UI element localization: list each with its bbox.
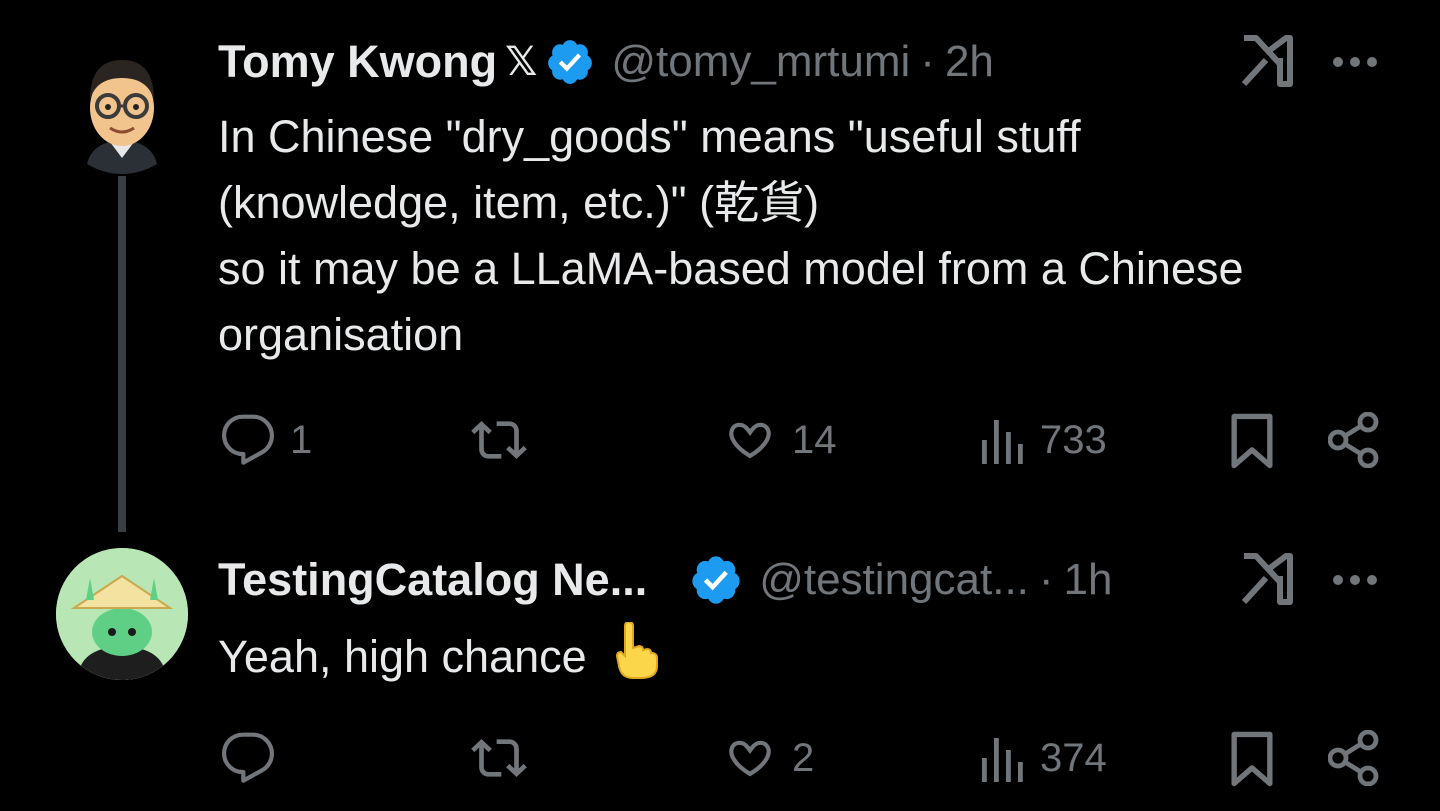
- repost-icon: [471, 421, 527, 459]
- like-count: 14: [792, 417, 837, 462]
- repost-button[interactable]: [470, 412, 528, 468]
- like-button[interactable]: 2: [722, 730, 814, 786]
- pointing-up-hand-icon: [609, 620, 659, 698]
- reply-button[interactable]: [220, 730, 276, 786]
- handle[interactable]: @testingcat...: [759, 555, 1029, 605]
- avatar[interactable]: [56, 42, 188, 174]
- avatar-character-image: [56, 548, 188, 680]
- tweet-text-line: so it may be a LLaMA-based model from a …: [218, 243, 1244, 294]
- heart-icon: [729, 422, 771, 459]
- views-chart-icon: [982, 738, 1023, 782]
- view-count: 374: [1040, 735, 1107, 780]
- x-logo-badge: 𝕏: [505, 40, 538, 84]
- views-chart-icon: [982, 420, 1023, 464]
- tweet-text-line: organisation: [218, 309, 464, 360]
- verified-badge-icon: [689, 553, 743, 607]
- view-count: 733: [1040, 417, 1107, 462]
- reply-tweet-text: Yeah, high chance: [218, 620, 659, 698]
- heart-icon: [729, 740, 771, 777]
- timestamp[interactable]: 1h: [1064, 555, 1113, 605]
- thread-line: [118, 176, 126, 532]
- handle[interactable]: @tomy_mrtumi: [611, 37, 910, 87]
- tweet-text: In Chinese "dry_goods" means "useful stu…: [218, 104, 1398, 368]
- share-button[interactable]: [1328, 730, 1380, 786]
- share-button[interactable]: [1328, 412, 1380, 468]
- reply-icon: [221, 414, 275, 465]
- share-icon: [1328, 412, 1379, 468]
- bookmark-icon: [1231, 413, 1273, 469]
- separator-dot: ·: [920, 37, 935, 86]
- repost-button[interactable]: [470, 730, 528, 786]
- tweet-text-line: (knowledge, item, etc.)" (乾貨): [218, 177, 820, 228]
- reply-count: 1: [290, 417, 313, 462]
- bookmark-icon: [1231, 731, 1273, 787]
- bookmark-button[interactable]: [1228, 412, 1276, 470]
- repost-icon: [471, 739, 527, 777]
- display-name[interactable]: TestingCatalog Ne...: [218, 554, 647, 606]
- grok-icon[interactable]: [1240, 552, 1294, 606]
- more-options-icon[interactable]: [1330, 52, 1380, 72]
- avatar[interactable]: [56, 548, 188, 680]
- reply-button[interactable]: 1: [220, 412, 312, 468]
- reply-tweet-actions: 2 374: [0, 730, 1440, 790]
- reply-text: Yeah, high chance: [218, 630, 587, 682]
- reply-tweet-header: TestingCatalog Ne... @testingcat... · 1h: [218, 550, 1113, 610]
- tweet[interactable]: Tomy Kwong 𝕏 @tomy_mrtumi · 2h In Chines…: [0, 0, 1440, 532]
- tweet-text-line: In Chinese "dry_goods" means "useful stu…: [218, 111, 1081, 162]
- avatar-memoji-image: [56, 42, 188, 174]
- views-button[interactable]: 733: [978, 412, 1107, 468]
- like-button[interactable]: 14: [722, 412, 837, 468]
- timestamp[interactable]: 2h: [945, 37, 994, 87]
- display-name[interactable]: Tomy Kwong: [218, 36, 497, 88]
- separator-dot: ·: [1038, 555, 1054, 604]
- reply-icon: [221, 732, 275, 783]
- tweet-header: Tomy Kwong 𝕏 @tomy_mrtumi · 2h: [218, 32, 994, 92]
- bookmark-button[interactable]: [1228, 730, 1276, 788]
- like-count: 2: [792, 735, 815, 780]
- views-button[interactable]: 374: [978, 730, 1107, 786]
- grok-icon[interactable]: [1240, 34, 1294, 88]
- more-options-icon[interactable]: [1330, 570, 1380, 590]
- verified-badge-icon: [545, 37, 595, 87]
- share-icon: [1328, 730, 1379, 786]
- tweet-actions: 1 14 733: [0, 412, 1440, 472]
